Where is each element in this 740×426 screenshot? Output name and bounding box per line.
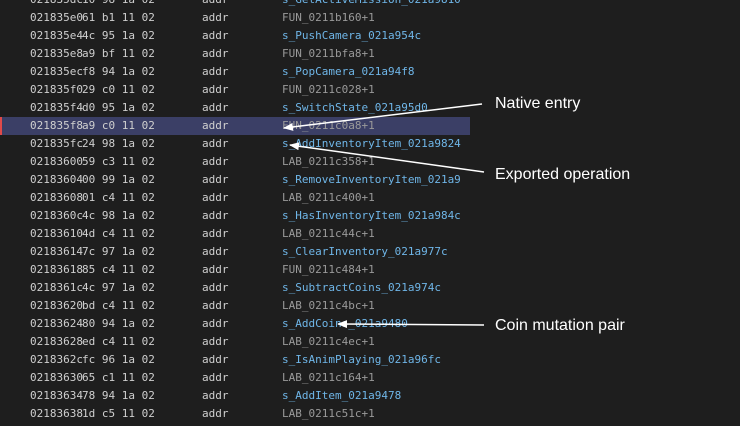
native-entry-arrow — [283, 103, 483, 131]
coin-mutation-arrow — [337, 320, 485, 329]
exported-operation-annotation: Exported operation — [495, 166, 631, 183]
coin-mutation-pair-annotation: Coin mutation pair — [495, 317, 625, 334]
native-entry-annotation: Native entry — [495, 95, 581, 112]
annotation-arrows — [283, 103, 485, 329]
exported-operation-arrow — [289, 142, 485, 173]
